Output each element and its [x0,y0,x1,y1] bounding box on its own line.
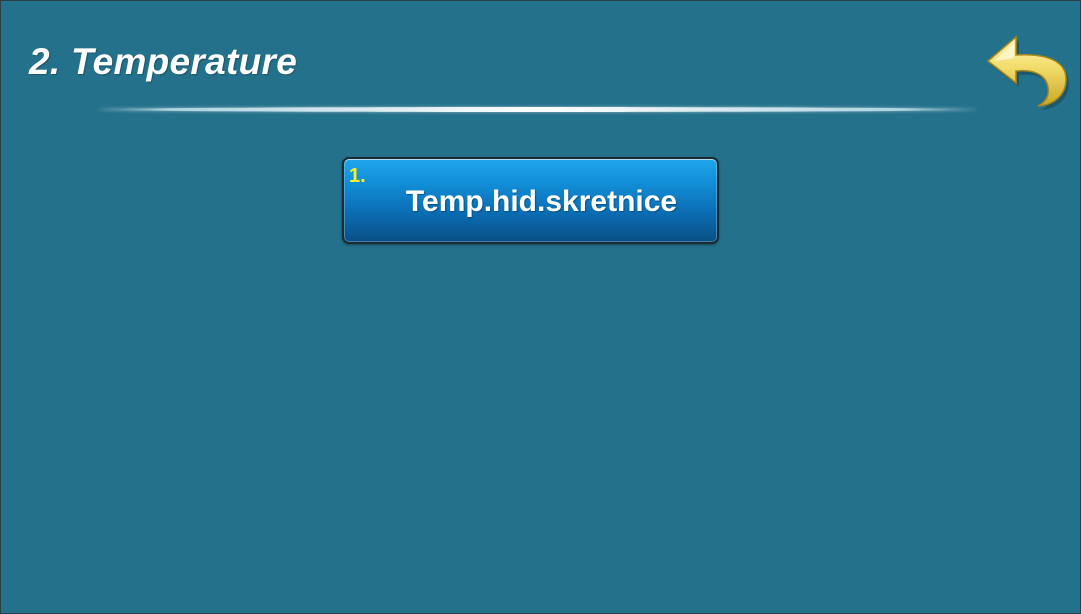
menu-item-number: 1. [349,165,366,187]
title-divider [97,107,977,112]
page-title: 2. Temperature [29,41,298,82]
menu-item-label: Temp.hid.skretnice [405,185,678,218]
back-button[interactable] [976,25,1074,111]
back-arrow-icon [976,25,1074,111]
temp-hid-skretnice-button[interactable]: 1. Temp.hid.skretnice [342,157,719,244]
screen: 2. Temperature 1. Temp.hid.skretnice [0,0,1081,614]
